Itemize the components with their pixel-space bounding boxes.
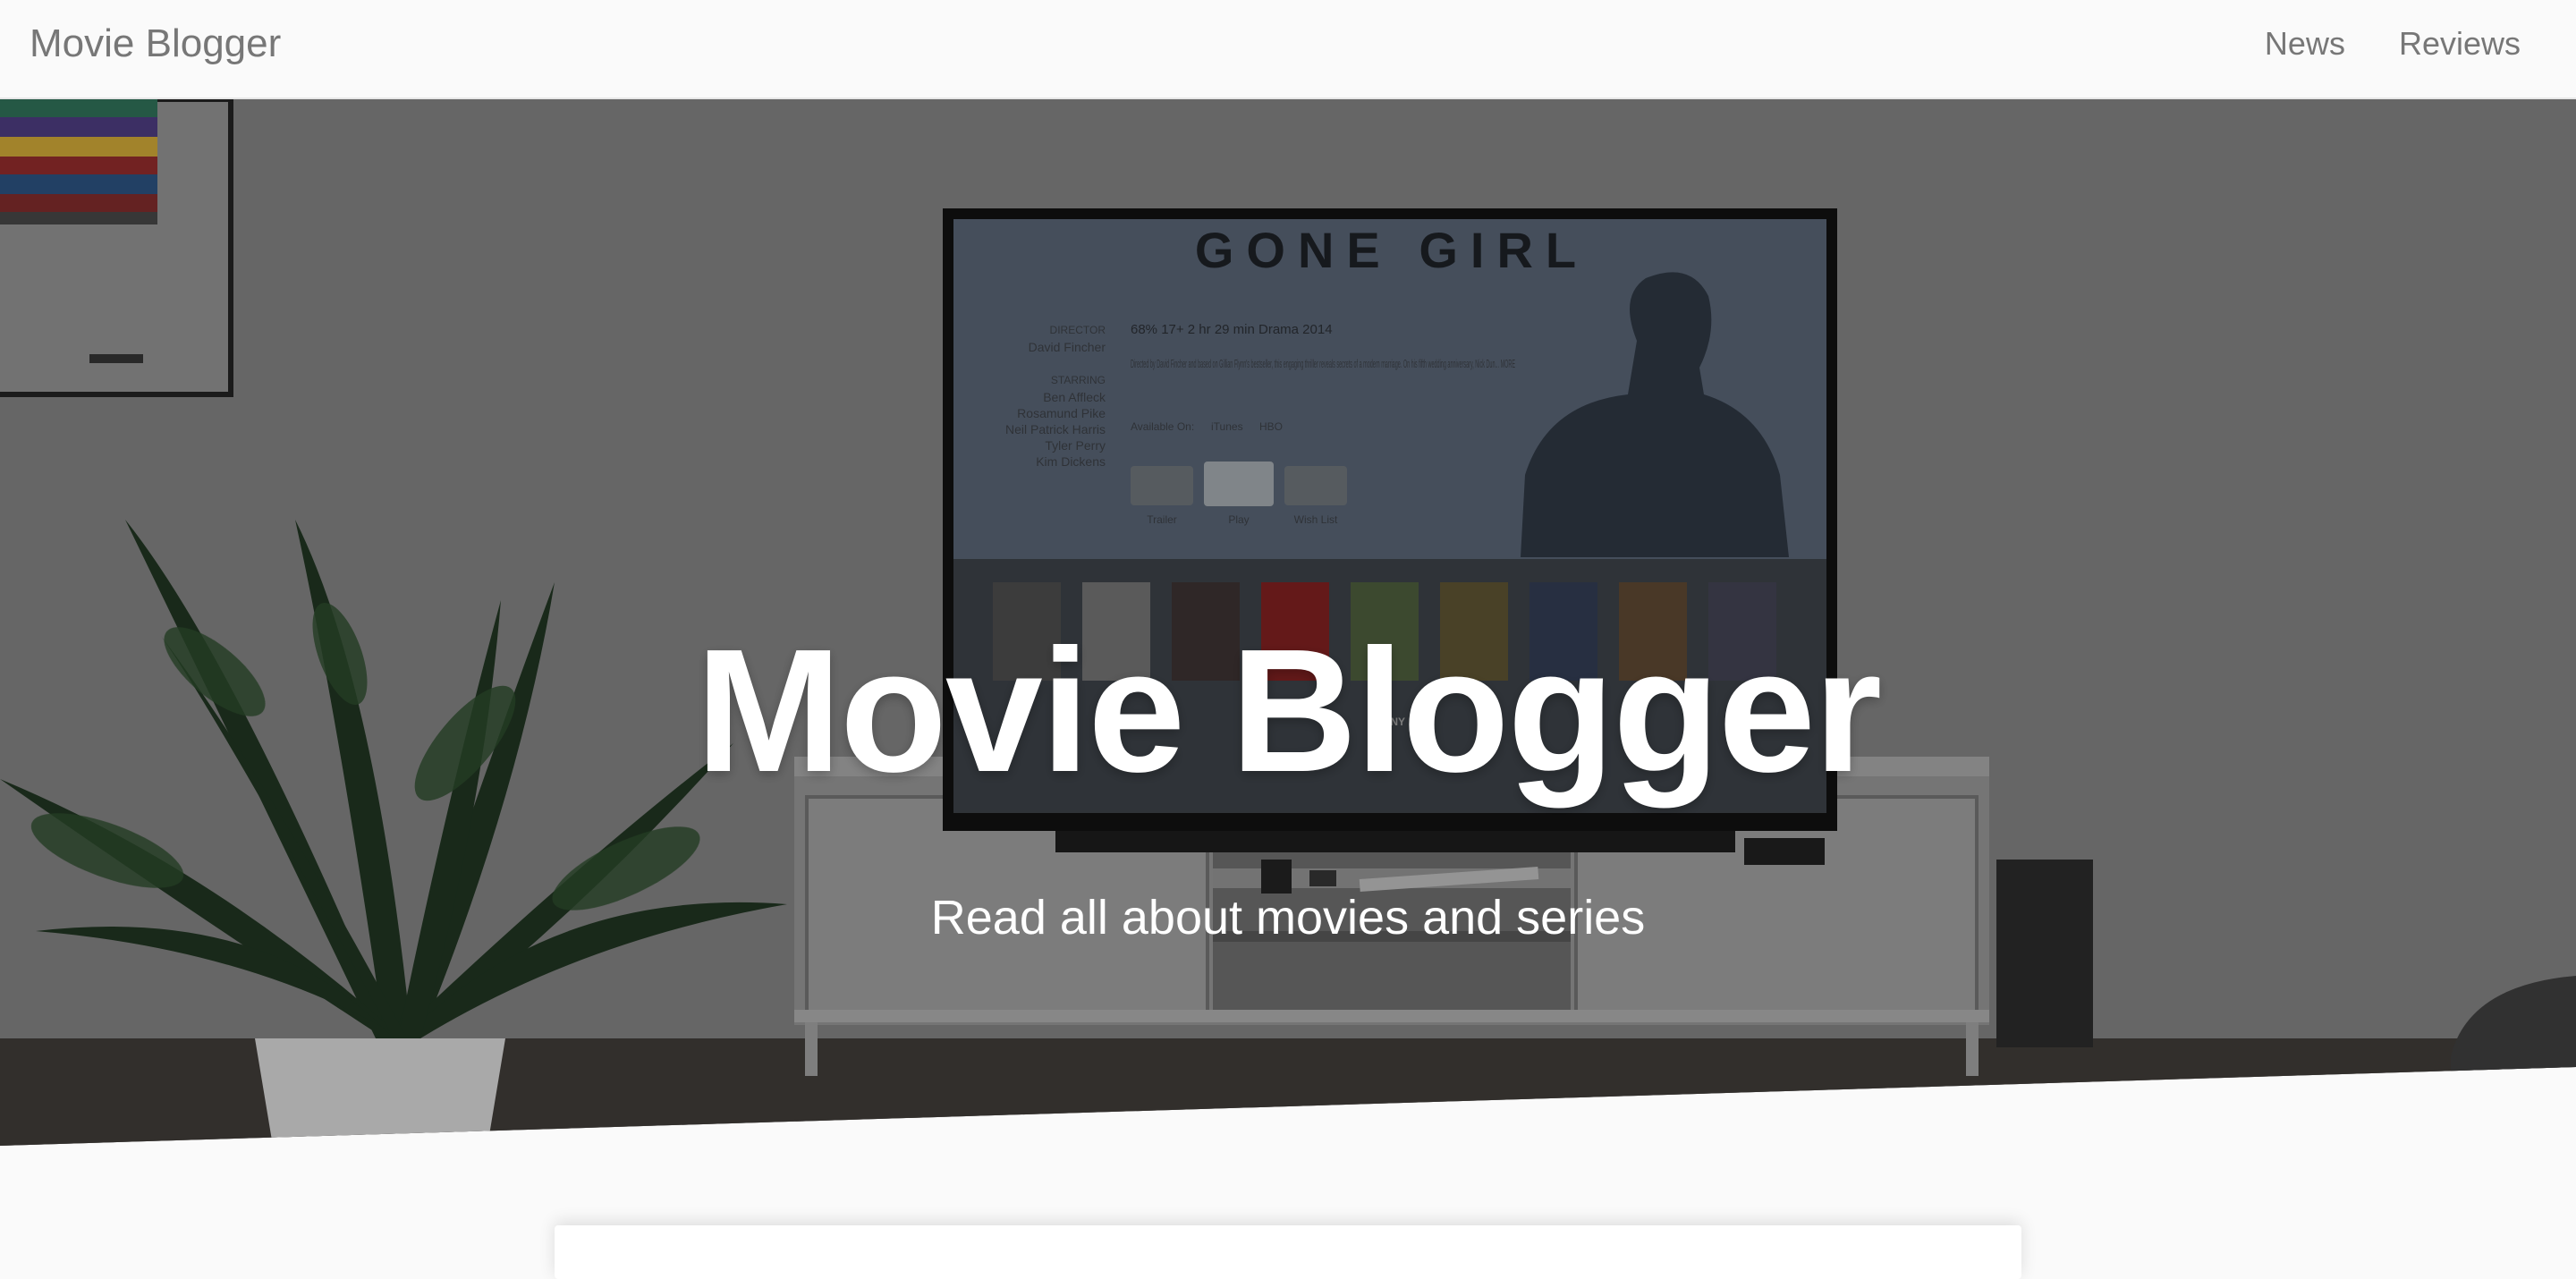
nav-links: News Reviews (2265, 25, 2521, 63)
content-card (555, 1225, 2021, 1279)
top-navbar: Movie Blogger News Reviews (0, 0, 2576, 99)
nav-link-news[interactable]: News (2265, 25, 2345, 63)
brand-link[interactable]: Movie Blogger (30, 21, 281, 66)
hero-subtitle: Read all about movies and series (930, 891, 1646, 944)
hero-section: GONE GIRL 68% 17+ 2 hr 29 min Drama 2014… (0, 99, 2576, 1146)
hero-title: Movie Blogger (695, 613, 1882, 809)
nav-link-reviews[interactable]: Reviews (2399, 25, 2521, 63)
